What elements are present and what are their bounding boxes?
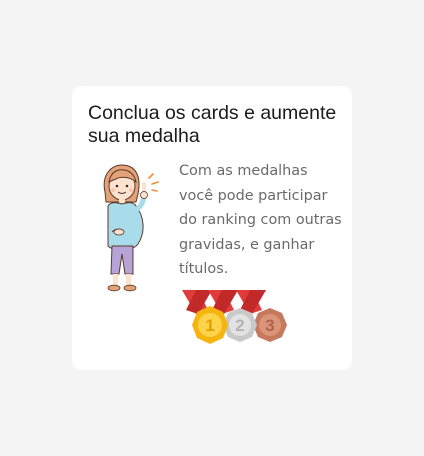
bronze-medal-icon: 3 xyxy=(253,308,287,342)
medal-rank: 2 xyxy=(235,316,244,335)
silver-medal-icon: 2 xyxy=(223,308,257,342)
medal-info-card: Conclua os cards e aumente sua medalha C… xyxy=(72,86,352,370)
medal-rank: 1 xyxy=(205,316,214,335)
card-title: Conclua os cards e aumente sua medalha xyxy=(88,102,337,147)
medal-rank: 3 xyxy=(265,316,274,335)
pregnant-woman-icon xyxy=(103,164,159,292)
card-description: Com as medalhas você pode participar do … xyxy=(179,163,342,277)
medals-group: 3 2 1 xyxy=(182,290,287,344)
